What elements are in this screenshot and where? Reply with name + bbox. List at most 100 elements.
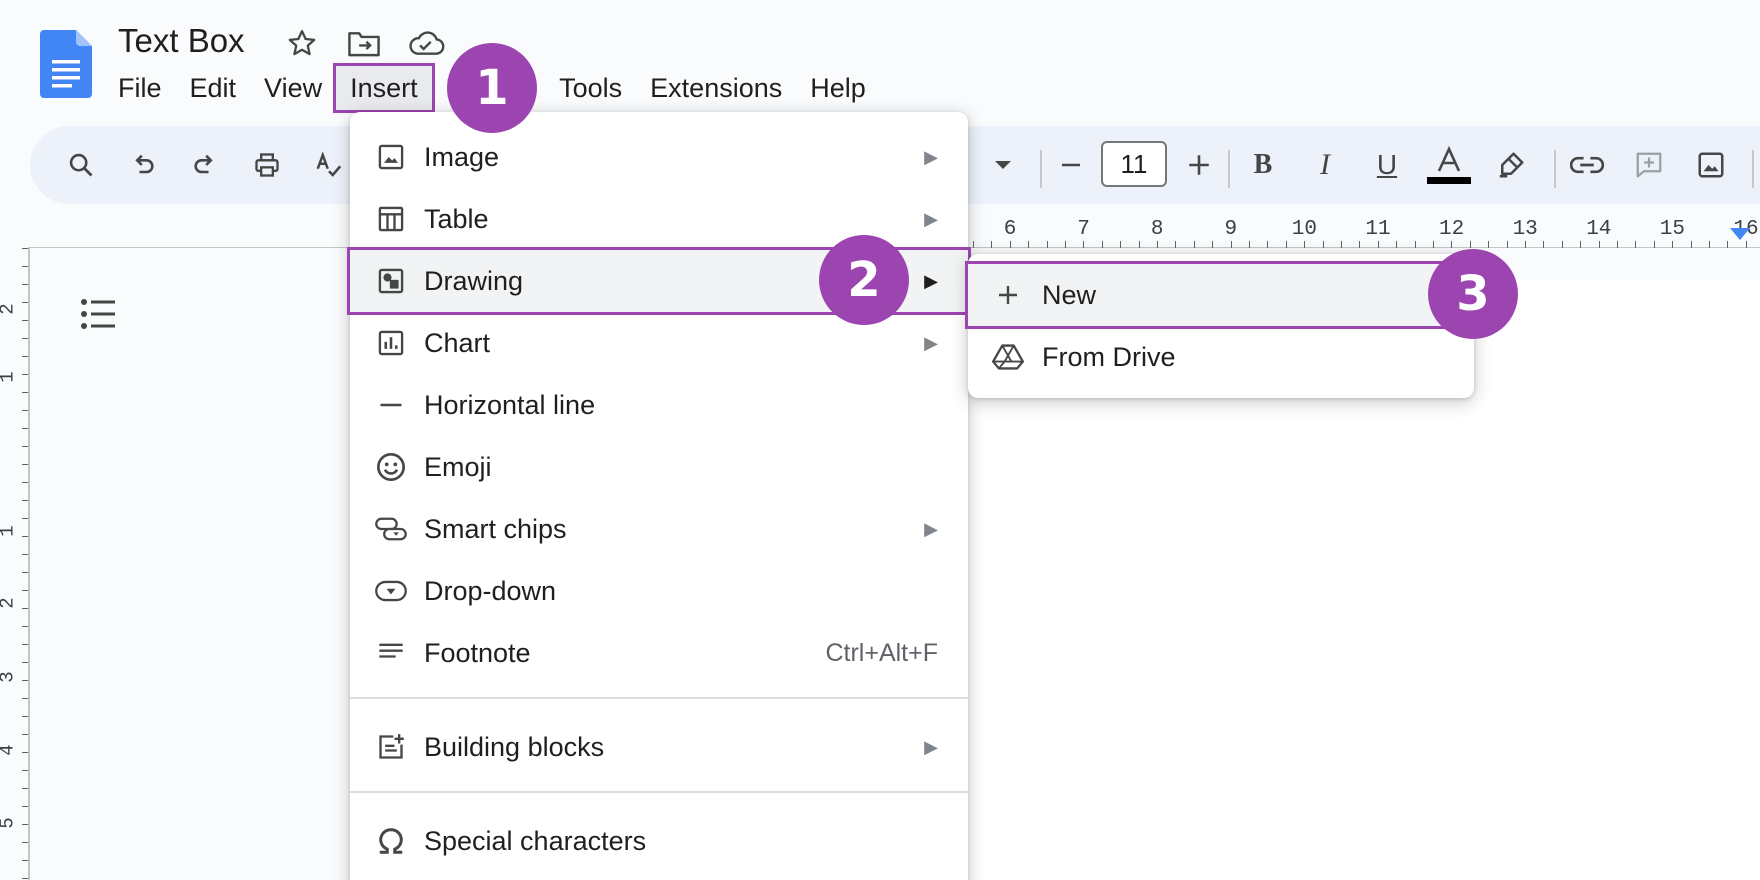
ruler-tick [1561,241,1563,248]
ruler-number: 1 [0,525,19,536]
menu-item-label: Image [424,141,500,172]
submenu-item-label: New [1042,279,1097,310]
undo-icon[interactable] [120,142,166,188]
plus-icon [992,279,1024,311]
menu-tools[interactable]: Tools [545,66,636,110]
step-badge-3: 3 [1428,249,1518,339]
menu-item-label: Building blocks [424,731,605,762]
menu-item-horizontal-line[interactable]: Horizontal line [350,374,968,436]
highlight-color-icon[interactable] [1488,142,1534,188]
ruler-number: 6 [1003,218,1017,241]
ruler-tick [1065,241,1066,248]
ruler-number: 11 [1365,218,1391,241]
submenu-item-label: From Drive [1042,341,1176,372]
insert-image-icon[interactable] [1688,142,1734,188]
menu-item-emoji[interactable]: Emoji [350,436,968,498]
menu-help[interactable]: Help [796,66,880,110]
insert-link-icon[interactable] [1564,142,1610,188]
vertical-ruler[interactable]: 2 1 1 2 3 4 5 [0,248,28,880]
menu-item-building-blocks[interactable]: Building blocks ▶ [350,716,968,778]
drawing-submenu: New From Drive [965,254,1477,398]
ruler-number: 14 [1586,218,1612,241]
ruler-number: 2 [0,303,19,314]
ruler-tick [1488,241,1490,248]
ruler-tick [1175,241,1177,248]
ruler-tick [1249,241,1250,248]
menu-item-label: Footnote [424,637,531,668]
document-outline-icon[interactable] [78,294,118,334]
ruler-tick [1506,241,1508,248]
insert-menu: Image ▶ Table ▶ Drawing ▶ Chart ▶ Horizo… [347,112,971,880]
menu-item-label: Table [424,203,489,234]
menu-extensions[interactable]: Extensions [636,66,796,110]
ruler-number: 9 [1224,218,1238,241]
print-icon[interactable] [244,142,290,188]
move-to-folder-icon[interactable] [344,26,384,60]
text-color-icon[interactable] [1426,142,1472,188]
submenu-arrow-icon: ▶ [924,736,938,757]
ruler-number: 4 [0,744,19,755]
ruler-number: 10 [1291,218,1317,241]
submenu-item-from-drive[interactable]: From Drive [968,326,1474,388]
menu-item-label: Smart chips [424,513,567,544]
spelling-check-icon[interactable] [306,142,352,188]
menu-file[interactable]: File [104,66,176,110]
ruler-tick [1451,241,1453,248]
ruler-number: 2 [0,597,19,608]
decrease-font-size-icon[interactable] [1048,142,1094,188]
ruler-tick [1635,241,1637,248]
submenu-arrow-icon: ▶ [924,208,938,229]
menu-item-label: Horizontal line [424,389,596,420]
italic-icon[interactable]: I [1302,142,1348,188]
ruler-tick [1138,241,1140,248]
font-dropdown-arrow-icon[interactable] [980,142,1026,188]
ruler-number: 8 [1150,218,1164,241]
search-menus-icon[interactable] [58,142,104,188]
menu-item-smart-chips[interactable]: Smart chips ▶ [350,498,968,560]
ruler-tick [1672,241,1674,248]
submenu-item-new[interactable]: New [965,261,1477,329]
chart-icon [374,326,408,360]
redo-icon[interactable] [182,142,228,188]
horizontal-ruler[interactable]: 678910111213141516 [965,218,1760,252]
menu-edit[interactable]: Edit [176,66,251,110]
drive-icon [992,341,1024,373]
menu-item-footnote[interactable]: Footnote Ctrl+Alt+F [350,622,968,684]
font-size-input[interactable]: 11 [1101,141,1167,187]
ruler-tick [1469,241,1471,248]
dropdown-icon [374,574,408,608]
right-indent-marker-icon[interactable] [1728,226,1752,242]
add-comment-icon[interactable] [1626,142,1672,188]
ruler-tick [1525,241,1526,248]
image-icon [374,140,408,174]
submenu-arrow-icon: ▶ [924,270,938,291]
menu-item-label: Special characters [424,825,647,856]
drawing-icon [374,264,408,298]
google-docs-logo-icon[interactable] [40,30,92,98]
ruler-tick [1359,241,1361,248]
ruler-tick [1377,241,1379,248]
ruler-tick [1009,241,1011,248]
underline-icon[interactable]: U [1364,142,1410,188]
menu-item-image[interactable]: Image ▶ [350,126,968,188]
ruler-tick [1285,241,1287,248]
star-icon[interactable] [282,26,322,60]
ruler-tick [1690,241,1692,248]
bold-icon[interactable]: B [1240,142,1286,188]
menu-item-special-characters[interactable]: Special characters [350,810,968,872]
ruler-tick [1046,241,1048,248]
ruler-tick [1414,241,1416,248]
document-title[interactable]: Text Box [118,22,245,60]
ruler-number: 12 [1438,218,1465,241]
ruler-tick [1709,241,1710,248]
step-badge-2: 2 [819,235,909,325]
ruler-tick [1396,241,1398,248]
menu-insert[interactable]: Insert [333,63,435,113]
menu-item-drop-down[interactable]: Drop-down [350,560,968,622]
ruler-tick [1745,241,1747,248]
increase-font-size-icon[interactable] [1176,142,1222,188]
cloud-saved-icon[interactable] [406,26,446,60]
ruler-number: 3 [0,671,19,682]
menu-view[interactable]: View [250,66,336,110]
building-blocks-icon [374,730,408,764]
